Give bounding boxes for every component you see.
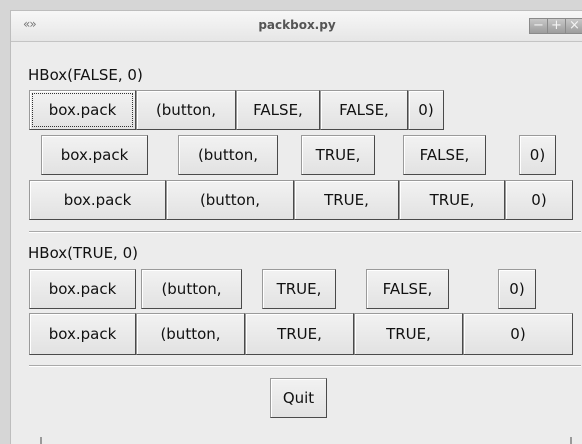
homog-row1-button-1[interactable]: box.pack <box>29 269 136 309</box>
hbox-true-label: HBox(TRUE, 0) <box>28 244 138 262</box>
close-button[interactable]: × <box>565 18 582 34</box>
row2-button-4[interactable]: FALSE, <box>403 135 486 175</box>
row3-button-5[interactable]: 0) <box>505 180 573 220</box>
row3-button-1[interactable]: box.pack <box>29 180 166 220</box>
row1-button-4[interactable]: FALSE, <box>320 90 408 130</box>
hbox-false-label: HBox(FALSE, 0) <box>28 66 143 84</box>
title-bar: «» packbox.py − + × <box>11 11 582 42</box>
row3-button-4[interactable]: TRUE, <box>399 180 505 220</box>
homog-row1-button-5[interactable]: 0) <box>498 269 536 309</box>
homog-row2-button-4[interactable]: TRUE, <box>354 313 463 355</box>
minimize-button[interactable]: − <box>529 18 548 34</box>
homog-row1-button-4[interactable]: FALSE, <box>366 269 449 309</box>
row2-button-5[interactable]: 0) <box>519 135 556 175</box>
row2-button-1[interactable]: box.pack <box>41 135 148 175</box>
row1-button-3[interactable]: FALSE, <box>236 90 320 130</box>
homog-row2-button-3[interactable]: TRUE, <box>245 313 354 355</box>
quit-button[interactable]: Quit <box>270 378 327 418</box>
window-title: packbox.py <box>258 18 336 32</box>
row1-button-5[interactable]: 0) <box>408 90 444 130</box>
separator-2 <box>29 365 581 367</box>
homog-row1-button-3[interactable]: TRUE, <box>262 269 336 309</box>
row2-button-3[interactable]: TRUE, <box>301 135 375 175</box>
homog-row2-button-2[interactable]: (button, <box>136 313 245 355</box>
row1-button-2[interactable]: (button, <box>136 90 236 130</box>
app-window: «» packbox.py − + × HBox(FALSE, 0) box.p… <box>10 10 582 444</box>
homog-row2-button-5[interactable]: 0) <box>463 313 573 355</box>
row3-button-2[interactable]: (button, <box>166 180 294 220</box>
row3-button-3[interactable]: TRUE, <box>294 180 399 220</box>
row2-button-2[interactable]: (button, <box>178 135 278 175</box>
homog-row2-button-1[interactable]: box.pack <box>29 313 136 355</box>
homog-row1-button-2[interactable]: (button, <box>141 269 242 309</box>
row1-button-1[interactable]: box.pack <box>29 90 136 130</box>
separator-1 <box>29 231 581 233</box>
maximize-button[interactable]: + <box>547 18 566 34</box>
